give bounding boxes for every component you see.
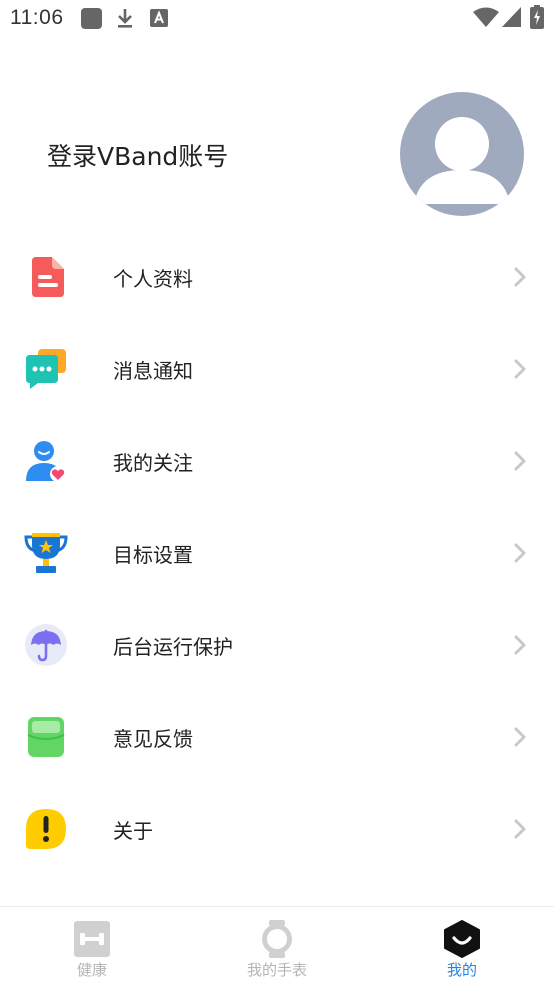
login-prompt[interactable]: 登录VBand账号: [47, 137, 228, 173]
chevron-right-icon: [513, 450, 527, 472]
message-bubble-icon: [24, 347, 68, 391]
menu-item-feedback[interactable]: 意见反馈: [0, 691, 554, 783]
chevron-right-icon: [513, 542, 527, 564]
follow-person-icon: [24, 439, 68, 483]
menu-item-label: 意见反馈: [113, 727, 193, 751]
menu-item-background-protection[interactable]: 后台运行保护: [0, 599, 554, 691]
chevron-right-icon: [513, 358, 527, 380]
smile-hexagon-icon: [442, 919, 482, 959]
watch-icon: [257, 919, 297, 959]
profile-doc-icon: [24, 255, 68, 299]
tab-label: 我的手表: [246, 961, 307, 979]
menu-item-label: 我的关注: [113, 451, 193, 475]
trophy-icon: [24, 531, 68, 575]
menu-item-profile[interactable]: 个人资料: [0, 231, 554, 323]
avatar[interactable]: [400, 92, 524, 216]
wifi-icon: [473, 7, 499, 31]
status-bar: 11:06: [0, 0, 554, 38]
menu-item-label: 个人资料: [113, 267, 193, 291]
battery-icon: [530, 5, 544, 33]
menu-item-label: 关于: [113, 819, 153, 843]
status-time: 11:06: [10, 6, 64, 29]
menu-item-goals[interactable]: 目标设置: [0, 507, 554, 599]
download-icon: [115, 7, 135, 33]
chevron-right-icon: [513, 818, 527, 840]
chevron-right-icon: [513, 266, 527, 288]
default-avatar-icon: [400, 92, 524, 216]
menu-item-following[interactable]: 我的关注: [0, 415, 554, 507]
dumbbell-icon: [72, 919, 112, 959]
tab-me[interactable]: 我的: [370, 907, 554, 984]
exclamation-icon: [24, 807, 68, 851]
bottom-nav: 健康 我的手表 我的: [0, 906, 554, 984]
menu-item-label: 消息通知: [113, 359, 193, 383]
tab-label: 健康: [76, 961, 107, 979]
tab-my-watch[interactable]: 我的手表: [185, 907, 369, 984]
app-square-icon: [80, 7, 103, 34]
chevron-right-icon: [513, 634, 527, 656]
feedback-box-icon: [24, 715, 68, 759]
menu-item-label: 目标设置: [113, 543, 193, 567]
tab-label: 我的: [446, 961, 477, 979]
tab-health[interactable]: 健康: [0, 907, 184, 984]
a-badge-icon: [150, 9, 168, 31]
menu-item-notifications[interactable]: 消息通知: [0, 323, 554, 415]
chevron-right-icon: [513, 726, 527, 748]
umbrella-icon: [24, 623, 68, 667]
menu-item-label: 后台运行保护: [113, 635, 233, 659]
signal-icon: [502, 7, 522, 31]
menu-item-about[interactable]: 关于: [0, 783, 554, 875]
